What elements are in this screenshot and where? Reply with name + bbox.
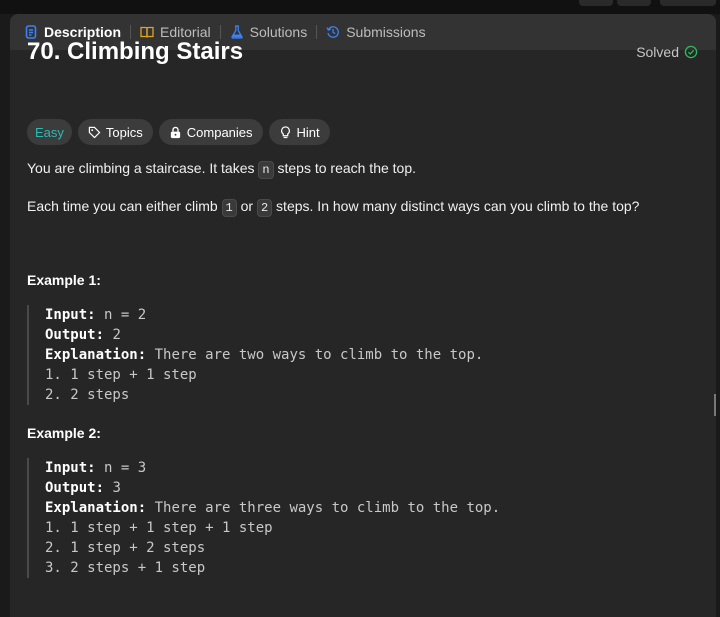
explanation-step: 3. 2 steps + 1 step — [45, 560, 206, 576]
tab-solutions-label: Solutions — [249, 24, 308, 40]
example-output-line: Output: 2 — [45, 325, 483, 345]
description-text: steps to reach the top. — [273, 160, 417, 176]
top-toolbar-edge — [617, 0, 651, 6]
tag-row: Easy Topics Companies Hint — [27, 119, 330, 145]
description-paragraph-1: You are climbing a staircase. It takes n… — [27, 160, 417, 179]
lock-icon — [169, 126, 182, 139]
output-value: 3 — [104, 480, 121, 496]
tab-submissions-label: Submissions — [346, 24, 426, 40]
topics-button[interactable]: Topics — [77, 119, 153, 145]
example-1-block: Input: n = 2 Output: 2 Explanation: Ther… — [27, 305, 483, 405]
history-icon — [326, 25, 340, 39]
problem-panel: Description Editorial Solutions Submissi… — [10, 14, 716, 617]
check-circle-icon — [684, 45, 698, 59]
explanation-step: 1. 1 step + 1 step — [45, 367, 197, 383]
book-icon — [140, 25, 154, 39]
example-input-line: Input: n = 3 — [45, 458, 500, 478]
tab-divider — [130, 25, 132, 39]
topics-label: Topics — [105, 124, 143, 140]
tag-icon — [88, 126, 101, 139]
example-explanation-line: Explanation: There are two ways to climb… — [45, 345, 483, 365]
input-value: n = 3 — [95, 460, 147, 476]
top-toolbar-edge — [579, 0, 613, 6]
tab-submissions[interactable]: Submissions — [326, 14, 426, 50]
hint-label: Hint — [296, 124, 320, 140]
input-label: Input: — [45, 460, 96, 476]
companies-label: Companies — [186, 124, 253, 140]
description-icon — [24, 25, 38, 39]
tab-divider — [219, 25, 221, 39]
explanation-step: 2. 1 step + 2 steps — [45, 540, 206, 556]
example-2-title: Example 2: — [27, 425, 101, 441]
window-top-strip — [0, 0, 720, 14]
output-label: Output: — [45, 327, 105, 343]
input-value: n = 2 — [95, 307, 147, 323]
explanation-label: Explanation: — [45, 500, 147, 516]
top-toolbar-edge — [660, 0, 716, 6]
description-text: steps. In how many distinct ways can you… — [272, 198, 640, 214]
example-1-title: Example 1: — [27, 272, 101, 288]
description-paragraph-2: Each time you can either climb 1 or 2 st… — [27, 198, 640, 217]
explanation-value: There are three ways to climb to the top… — [146, 500, 501, 516]
explanation-step: 1. 1 step + 1 step + 1 step — [45, 520, 273, 536]
explanation-step: 2. 2 steps — [45, 387, 130, 403]
tab-divider — [316, 25, 318, 39]
difficulty-badge[interactable]: Easy — [27, 119, 72, 145]
description-text: or — [236, 198, 257, 214]
hint-button[interactable]: Hint — [268, 119, 330, 145]
explanation-label: Explanation: — [45, 347, 147, 363]
inline-code: 1 — [221, 199, 237, 217]
output-label: Output: — [45, 480, 105, 496]
inline-code: n — [258, 161, 274, 179]
explanation-value: There are two ways to climb to the top. — [146, 347, 484, 363]
output-value: 2 — [104, 327, 121, 343]
example-explanation-line: Explanation: There are three ways to cli… — [45, 498, 500, 518]
description-text: Each time you can either climb — [27, 198, 222, 214]
lightbulb-icon — [279, 125, 292, 139]
example-input-line: Input: n = 2 — [45, 305, 483, 325]
solved-status: Solved — [636, 44, 698, 60]
difficulty-label: Easy — [35, 124, 64, 140]
companies-button[interactable]: Companies — [158, 119, 263, 145]
solved-status-label: Solved — [636, 44, 679, 60]
example-2-block: Input: n = 3 Output: 3 Explanation: Ther… — [27, 458, 500, 578]
flask-icon — [230, 25, 244, 39]
input-label: Input: — [45, 307, 96, 323]
description-text: You are climbing a staircase. It takes — [27, 160, 259, 176]
inline-code: 2 — [256, 199, 273, 217]
problem-title: 70. Climbing Stairs — [27, 38, 244, 65]
example-output-line: Output: 3 — [45, 478, 500, 498]
panel-resize-handle[interactable] — [714, 394, 716, 416]
